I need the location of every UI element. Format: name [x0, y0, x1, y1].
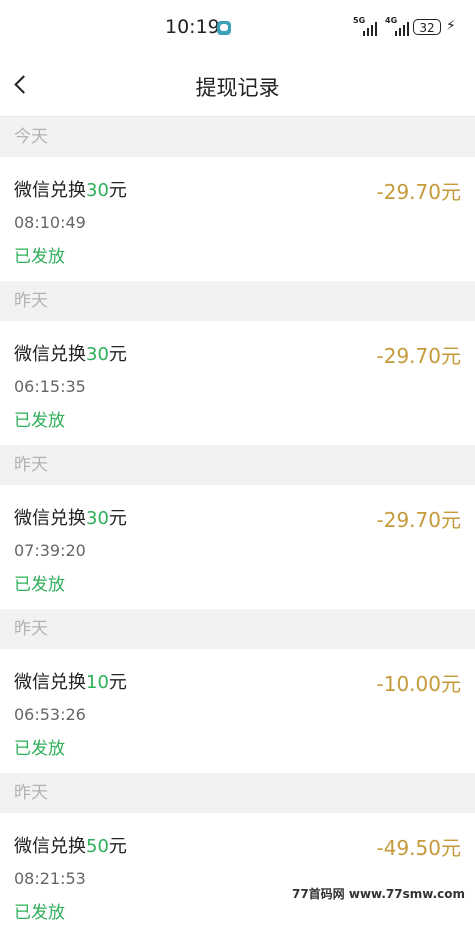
list-item[interactable]: 微信兑换30元 08:10:49 已发放 -29.70元: [0, 157, 475, 281]
record-time: 08:21:53: [14, 869, 86, 888]
record-value: -29.70元: [376, 180, 461, 204]
record-title: 微信兑换30元: [14, 180, 127, 201]
record-amount: 30: [86, 344, 109, 365]
record-title: 微信兑换30元: [14, 344, 127, 365]
status-badge: 已发放: [14, 575, 65, 595]
record-value: -29.70元: [376, 344, 461, 368]
list-item[interactable]: 微信兑换30元 07:39:20 已发放 -29.70元: [0, 485, 475, 609]
signal-4g-label: 4G: [385, 16, 398, 25]
record-amount: 10: [86, 672, 109, 693]
record-time: 06:15:35: [14, 377, 86, 396]
list-item[interactable]: 微信兑换50元 08:21:53 已发放 -49.50元: [0, 813, 475, 937]
charging-icon: ⚡: [446, 18, 456, 34]
status-badge: 已发放: [14, 247, 65, 267]
record-value: -10.00元: [376, 672, 461, 696]
signal-5g-label: 5G: [353, 16, 366, 25]
status-badge: 已发放: [14, 903, 65, 923]
record-title: 微信兑换10元: [14, 672, 127, 693]
record-value: -49.50元: [376, 836, 461, 860]
status-bar: 10:19 5G 4G 32 ⚡: [0, 0, 475, 56]
list-item[interactable]: 微信兑换30元 06:15:35 已发放 -29.70元: [0, 321, 475, 445]
record-time: 07:39:20: [14, 541, 86, 560]
record-amount: 30: [86, 508, 109, 529]
nav-bar: 提现记录: [0, 56, 475, 117]
date-group-header: 昨天: [0, 281, 475, 321]
record-title: 微信兑换30元: [14, 508, 127, 529]
list-item[interactable]: 微信兑换10元 06:53:26 已发放 -10.00元: [0, 649, 475, 773]
page-title: 提现记录: [195, 76, 280, 100]
record-value: -29.70元: [376, 508, 461, 532]
battery-icon: 32: [413, 19, 441, 35]
signal-5g-icon: 5G: [353, 16, 377, 36]
status-badge: 已发放: [14, 411, 65, 431]
record-title: 微信兑换50元: [14, 836, 127, 857]
record-amount: 30: [86, 180, 109, 201]
record-time: 06:53:26: [14, 705, 86, 724]
date-group-header: 昨天: [0, 609, 475, 649]
record-amount: 50: [86, 836, 109, 857]
withdrawal-list: 今天 微信兑换30元 08:10:49 已发放 -29.70元 昨天 微信兑换3…: [0, 117, 475, 937]
record-time: 08:10:49: [14, 213, 86, 232]
date-group-header: 昨天: [0, 445, 475, 485]
watermark: 77首码网 www.77smw.com: [287, 884, 469, 903]
status-badge: 已发放: [14, 739, 65, 759]
message-notification-icon: [217, 21, 231, 35]
signal-4g-icon: 4G: [385, 16, 409, 36]
status-time: 10:19: [165, 16, 220, 38]
date-group-header: 今天: [0, 117, 475, 157]
date-group-header: 昨天: [0, 773, 475, 813]
